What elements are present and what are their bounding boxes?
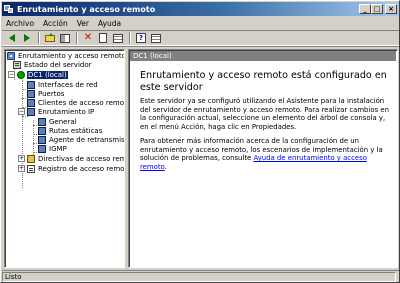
up-folder-icon: [45, 32, 55, 42]
toolbar: ✕ ?: [2, 30, 399, 46]
console-tree[interactable]: Enrutamiento y acceso remoto Estado del …: [4, 49, 125, 268]
status-text: Listo: [2, 271, 396, 282]
tree-item-server-status[interactable]: Estado del servidor: [13, 60, 93, 69]
refresh-icon: [113, 33, 123, 43]
tree-item-logging[interactable]: + Registro de acceso remoto: [18, 164, 124, 173]
relay-agent-icon: [38, 135, 46, 144]
static-routes-icon: [38, 126, 46, 135]
menu-ver[interactable]: Ver: [77, 19, 89, 28]
general-icon: [38, 117, 46, 126]
tree-item-clients[interactable]: Clientes de acceso remoto: [27, 98, 124, 107]
tree-item-ip-routing[interactable]: − Enrutamiento IP: [18, 107, 95, 116]
up-folder-button[interactable]: [43, 32, 57, 45]
server-status-icon: [13, 60, 21, 69]
forward-icon: [24, 34, 30, 42]
server-running-icon: [17, 70, 25, 79]
tree-item-general[interactable]: General: [38, 117, 78, 126]
window-title: Enrutamiento y acceso remoto: [17, 4, 156, 14]
menu-bar: Archivo Acción Ver Ayuda: [2, 17, 399, 29]
help-button[interactable]: ?: [134, 32, 148, 45]
tree-item-interfaces[interactable]: Interfaces de red: [27, 80, 99, 89]
minimize-button[interactable]: _: [359, 4, 371, 14]
igmp-icon: [38, 144, 46, 153]
collapse-icon[interactable]: −: [8, 71, 15, 78]
delete-button[interactable]: ✕: [81, 32, 95, 45]
main-window: Enrutamiento y acceso remoto _ □ × Archi…: [0, 0, 400, 283]
tree-item-policies[interactable]: + Directivas de acceso remot: [18, 154, 124, 163]
properties-icon: [99, 33, 107, 43]
maximize-button[interactable]: □: [371, 4, 383, 14]
tree-item-server[interactable]: − DC1 (local): [8, 70, 68, 79]
details-paragraph: Para obtener más información acerca de l…: [140, 137, 383, 171]
tree-item-dhcp-relay[interactable]: Agente de retransmisi: [38, 135, 124, 144]
details-header: DC1 (local): [130, 51, 396, 61]
forward-button[interactable]: [20, 32, 34, 45]
ip-routing-icon: [27, 107, 35, 116]
toolbar-separator: [76, 32, 78, 44]
expand-icon[interactable]: +: [18, 155, 25, 162]
status-bar: Listo: [2, 270, 399, 282]
toolbar-separator: [38, 32, 40, 44]
menu-ayuda[interactable]: Ayuda: [98, 19, 121, 28]
properties-button[interactable]: [96, 32, 110, 45]
back-button[interactable]: [5, 32, 19, 45]
help-icon: ?: [136, 33, 146, 43]
collapse-icon[interactable]: −: [18, 108, 25, 115]
back-icon: [9, 34, 15, 42]
show-tree-button[interactable]: [58, 32, 72, 45]
menu-accion[interactable]: Acción: [43, 19, 68, 28]
toolbar-separator: [129, 32, 131, 44]
remote-clients-icon: [27, 98, 35, 107]
refresh-button[interactable]: [111, 32, 125, 45]
details-body: Enrutamiento y acceso remoto está config…: [140, 70, 392, 177]
tree-item-static-routes[interactable]: Rutas estáticas: [38, 126, 103, 135]
ports-icon: [27, 89, 35, 98]
list-icon: [151, 33, 161, 43]
tree-item-igmp[interactable]: IGMP: [38, 144, 68, 153]
details-paragraph: Este servidor ya se configuró utilizando…: [140, 97, 389, 131]
expand-icon[interactable]: +: [18, 165, 25, 172]
tree-item-root[interactable]: Enrutamiento y acceso remoto: [7, 51, 124, 60]
menu-archivo[interactable]: Archivo: [6, 19, 34, 28]
router-icon: [7, 51, 15, 60]
policies-icon: [27, 154, 35, 163]
tree-item-ports[interactable]: Puertos: [27, 89, 65, 98]
list-button[interactable]: [149, 32, 163, 45]
close-button[interactable]: ×: [385, 4, 397, 14]
details-title: Enrutamiento y acceso remoto está config…: [140, 70, 387, 93]
logging-icon: [27, 164, 35, 173]
app-icon[interactable]: [4, 4, 14, 14]
network-interfaces-icon: [27, 80, 35, 89]
details-pane: DC1 (local) Enrutamiento y acceso remoto…: [128, 49, 398, 268]
title-bar[interactable]: Enrutamiento y acceso remoto _ □ ×: [2, 2, 399, 16]
delete-icon: ✕: [83, 32, 93, 43]
show-tree-icon: [60, 33, 70, 43]
